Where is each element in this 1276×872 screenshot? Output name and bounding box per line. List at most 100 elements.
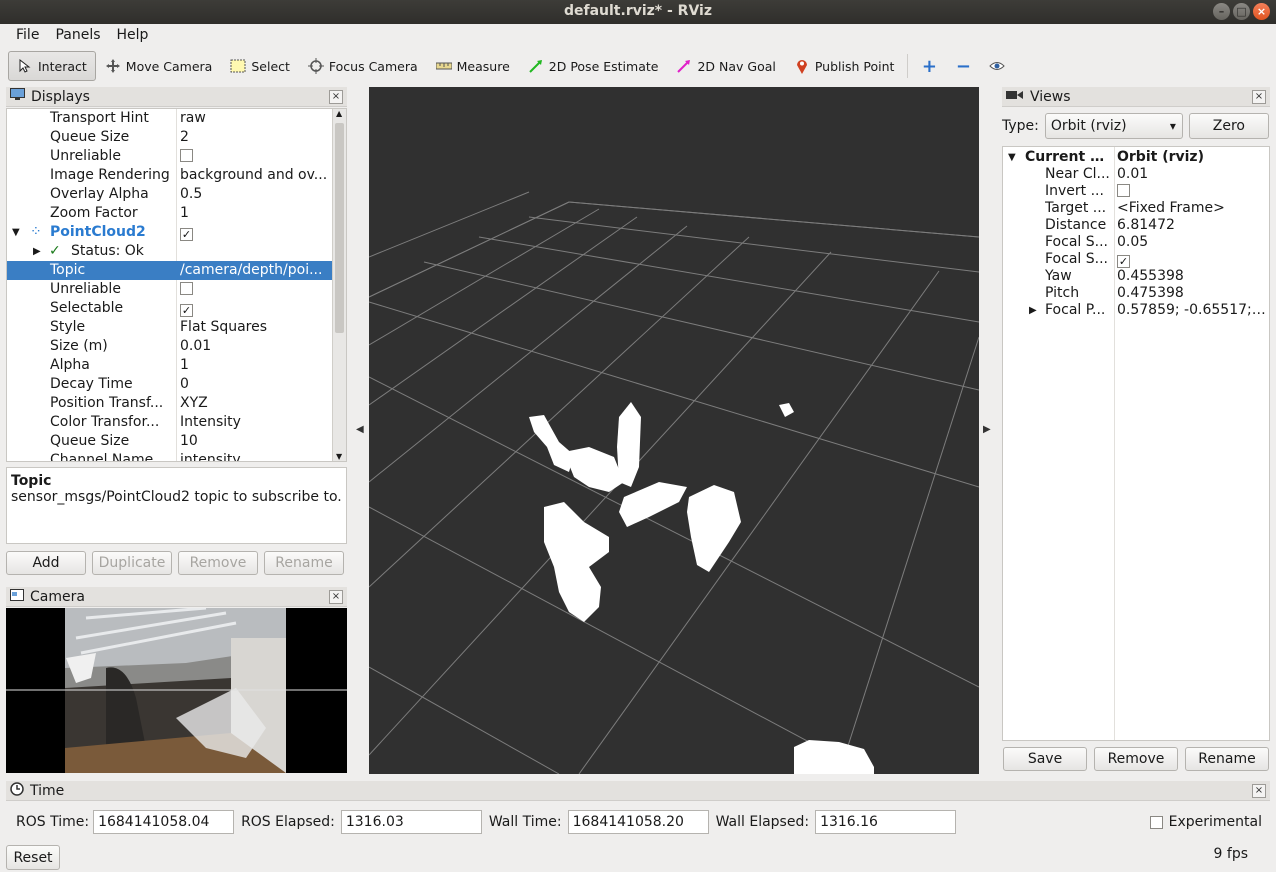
- fps-readout: 9 fps: [1213, 846, 1248, 862]
- property-row[interactable]: Decay Time 0: [7, 375, 333, 394]
- close-panel-icon[interactable]: ×: [329, 90, 343, 104]
- view-property-row[interactable]: Yaw 0.455398: [1003, 268, 1269, 285]
- tool-bar: Interact Move Camera Select Focus Camera…: [8, 48, 1274, 84]
- nav-goal-label: 2D Nav Goal: [697, 58, 776, 74]
- scroll-thumb[interactable]: [335, 123, 344, 333]
- topic-row[interactable]: Topic/camera/depth/poi...: [7, 261, 333, 280]
- invert-checkbox[interactable]: [1117, 184, 1130, 197]
- property-row[interactable]: Unreliable: [7, 280, 333, 299]
- property-row[interactable]: Transport Hint raw: [7, 109, 333, 128]
- wall-elapsed-field[interactable]: 1316.16: [815, 810, 957, 834]
- focus-camera-tool-button[interactable]: Focus Camera: [299, 51, 427, 81]
- property-row[interactable]: Overlay Alpha 0.5: [7, 185, 333, 204]
- expand-arrow-icon[interactable]: ▶: [33, 242, 41, 261]
- ros-time-field[interactable]: 1684141058.04: [93, 810, 235, 834]
- focus-camera-icon: [307, 58, 324, 74]
- ros-elapsed-field[interactable]: 1316.03: [340, 810, 482, 834]
- view-property-row[interactable]: Distance 6.81472: [1003, 217, 1269, 234]
- expand-arrow-icon[interactable]: ▼: [1008, 149, 1016, 166]
- select-box-icon: [230, 58, 246, 74]
- view-property-row[interactable]: Target ... <Fixed Frame>: [1003, 200, 1269, 217]
- experimental-label: Experimental: [1168, 814, 1262, 830]
- menu-help[interactable]: Help: [109, 24, 157, 48]
- property-row[interactable]: Zoom Factor 1: [7, 204, 333, 223]
- wall-time-field[interactable]: 1684141058.20: [567, 810, 709, 834]
- property-row[interactable]: Position Transf... XYZ: [7, 394, 333, 413]
- reset-button[interactable]: Reset: [6, 845, 60, 870]
- views-buttons: Save Remove Rename: [1003, 747, 1269, 771]
- property-row[interactable]: Queue Size 10: [7, 432, 333, 451]
- collapse-right-icon[interactable]: ▶: [983, 424, 991, 435]
- unreliable-checkbox[interactable]: [180, 149, 193, 162]
- zero-button[interactable]: Zero: [1188, 113, 1269, 139]
- displays-tree: Transport Hint raw Queue Size 2 Unreliable…: [6, 108, 347, 462]
- nav-goal-tool-button[interactable]: 2D Nav Goal: [667, 51, 784, 81]
- view-type-select[interactable]: Orbit (rviz): [1044, 113, 1183, 139]
- unreliable-checkbox[interactable]: [180, 282, 193, 295]
- maximize-icon[interactable]: □: [1233, 3, 1250, 20]
- ros-elapsed-label: ROS Elapsed:: [241, 814, 335, 830]
- focus-camera-label: Focus Camera: [328, 58, 418, 74]
- view-property-row[interactable]: Focal S... ✓: [1003, 251, 1269, 268]
- close-panel-icon[interactable]: ×: [1252, 784, 1266, 798]
- clock-icon: [10, 781, 24, 800]
- rename-view-button[interactable]: Rename: [1185, 747, 1269, 771]
- menu-panels[interactable]: Panels: [47, 24, 108, 48]
- menu-file[interactable]: File: [8, 24, 47, 48]
- view-property-row[interactable]: Invert ...: [1003, 183, 1269, 200]
- status-row[interactable]: ▶ ✓ Status: Ok: [7, 242, 333, 261]
- display-pointcloud2[interactable]: ▼ ⁘ PointCloud2 ✓: [7, 223, 333, 242]
- wall-elapsed-label: Wall Elapsed:: [715, 814, 810, 830]
- selectable-checkbox[interactable]: ✓: [180, 304, 193, 317]
- select-tool-button[interactable]: Select: [221, 51, 299, 81]
- view-property-row[interactable]: ▶ Focal P... 0.57859; -0.65517; -...: [1003, 302, 1269, 319]
- rename-display-button[interactable]: Rename: [264, 551, 344, 575]
- duplicate-display-button[interactable]: Duplicate: [92, 551, 172, 575]
- view-options-button[interactable]: [980, 51, 1014, 81]
- property-row[interactable]: Style Flat Squares: [7, 318, 333, 337]
- scroll-up-icon[interactable]: ▲: [336, 109, 342, 118]
- interact-tool-button[interactable]: Interact: [8, 51, 96, 81]
- experimental-toggle[interactable]: Experimental: [1149, 814, 1262, 830]
- collapse-left-icon[interactable]: ◀: [356, 424, 364, 435]
- remove-tool-button[interactable]: −: [946, 51, 980, 81]
- ros-time-label: ROS Time:: [16, 814, 90, 830]
- pointcloud-enabled-checkbox[interactable]: ✓: [180, 228, 193, 241]
- add-tool-button[interactable]: +: [912, 51, 946, 81]
- close-panel-icon[interactable]: ×: [1252, 90, 1266, 104]
- publish-point-tool-button[interactable]: Publish Point: [785, 51, 904, 81]
- expand-arrow-icon[interactable]: ▼: [12, 223, 20, 242]
- displays-scrollbar[interactable]: ▲ ▼: [332, 109, 346, 461]
- view-property-row[interactable]: Pitch 0.475398: [1003, 285, 1269, 302]
- view-property-row[interactable]: Near Cl... 0.01: [1003, 166, 1269, 183]
- measure-tool-button[interactable]: Measure: [427, 51, 519, 81]
- pose-estimate-tool-button[interactable]: 2D Pose Estimate: [519, 51, 668, 81]
- displays-buttons: Add Duplicate Remove Rename: [6, 551, 344, 575]
- experimental-checkbox[interactable]: [1149, 815, 1163, 829]
- property-row[interactable]: Color Transfor... Intensity: [7, 413, 333, 432]
- close-icon[interactable]: ×: [1253, 3, 1270, 20]
- save-view-button[interactable]: Save: [1003, 747, 1087, 771]
- move-camera-tool-button[interactable]: Move Camera: [96, 51, 222, 81]
- minimize-icon[interactable]: –: [1213, 3, 1230, 20]
- scroll-down-icon[interactable]: ▼: [336, 452, 342, 461]
- property-row[interactable]: Channel Name intensity: [7, 451, 333, 461]
- close-panel-icon[interactable]: ×: [329, 590, 343, 604]
- remove-display-button[interactable]: Remove: [178, 551, 258, 575]
- remove-view-button[interactable]: Remove: [1094, 747, 1178, 771]
- property-row[interactable]: Queue Size 2: [7, 128, 333, 147]
- property-row[interactable]: Selectable ✓: [7, 299, 333, 318]
- property-row[interactable]: Size (m) 0.01: [7, 337, 333, 356]
- interact-label: Interact: [38, 58, 87, 74]
- property-row[interactable]: Unreliable: [7, 147, 333, 166]
- monitor-icon: [10, 88, 25, 105]
- render-viewport[interactable]: [369, 87, 979, 774]
- add-display-button[interactable]: Add: [6, 551, 86, 575]
- toolbar-separator: [907, 54, 909, 78]
- current-view-row[interactable]: ▼ Current V... Orbit (rviz): [1003, 149, 1269, 166]
- property-row[interactable]: Alpha 1: [7, 356, 333, 375]
- property-row[interactable]: Image Rendering background and ov...: [7, 166, 333, 185]
- expand-arrow-icon[interactable]: ▶: [1029, 302, 1037, 319]
- view-property-row[interactable]: Focal S... 0.05: [1003, 234, 1269, 251]
- focal-shape-checkbox[interactable]: ✓: [1117, 255, 1130, 268]
